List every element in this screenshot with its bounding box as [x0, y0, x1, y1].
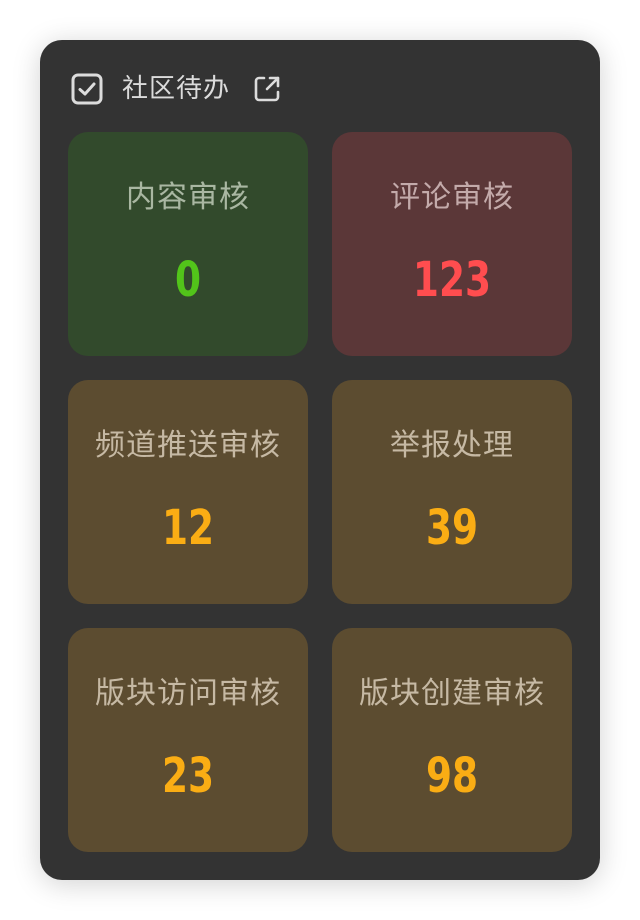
card-count: 39	[425, 500, 479, 556]
community-todo-panel: 社区待办 内容审核 0 评论审核 123 频道推送审核 12 举报处理 39 版…	[40, 40, 600, 880]
card-count: 123	[412, 252, 492, 308]
card-section-access-review[interactable]: 版块访问审核 23	[68, 628, 308, 852]
card-count: 12	[161, 500, 215, 556]
card-channel-push-review[interactable]: 频道推送审核 12	[68, 380, 308, 604]
panel-header: 社区待办	[70, 72, 282, 106]
card-section-create-review[interactable]: 版块创建审核 98	[332, 628, 572, 852]
card-comment-review[interactable]: 评论审核 123	[332, 132, 572, 356]
card-report-handling[interactable]: 举报处理 39	[332, 380, 572, 604]
panel-title: 社区待办	[122, 74, 231, 104]
card-content-review[interactable]: 内容审核 0	[68, 132, 308, 356]
checkbox-icon	[70, 72, 104, 106]
card-label: 版块访问审核	[95, 676, 281, 711]
card-label: 评论审核	[390, 180, 514, 215]
card-label: 版块创建审核	[359, 676, 545, 711]
card-label: 内容审核	[126, 180, 250, 215]
card-count: 23	[161, 748, 215, 804]
card-label: 频道推送审核	[95, 428, 281, 463]
external-link-icon[interactable]	[252, 74, 282, 104]
card-count: 0	[174, 252, 202, 308]
card-count: 98	[425, 748, 479, 804]
card-label: 举报处理	[390, 428, 514, 463]
